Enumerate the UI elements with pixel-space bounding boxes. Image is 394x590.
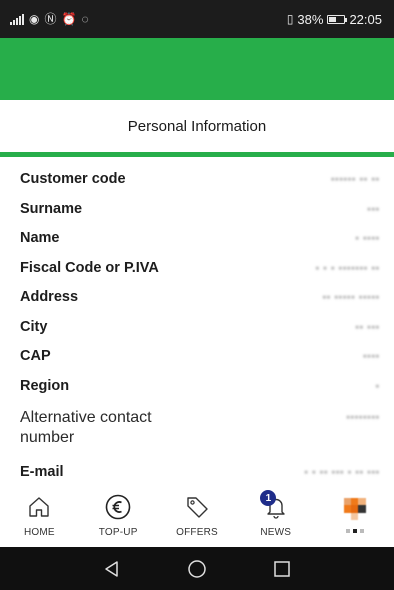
page-title: Personal Information — [127, 117, 267, 135]
field-label: CAP — [20, 348, 51, 364]
nfc-icon: Ⓝ — [44, 12, 57, 26]
battery-percent: 38% — [297, 11, 324, 27]
info-row-cap: CAP ▪▪▪▪ — [0, 347, 394, 377]
field-value: ▪▪▪▪▪▪ ▪▪ ▪▪ — [331, 174, 380, 184]
field-label: City — [20, 319, 48, 335]
app-header-bar — [0, 38, 394, 100]
field-label: E-mail — [20, 464, 64, 480]
title-underline — [0, 152, 394, 157]
clock-time: 22:05 — [349, 11, 382, 27]
info-row-name: Name ▪ ▪▪▪▪ — [0, 229, 394, 259]
field-label: Fiscal Code or P.IVA — [20, 260, 159, 276]
bottom-navigation: HOME TOP-UP OFFERS 1 NEWS — [0, 490, 394, 547]
field-value: ▪▪▪▪▪▪▪▪ — [346, 412, 380, 422]
nav-news[interactable]: 1 NEWS — [236, 490, 315, 547]
field-value: ▪▪ ▪▪▪ — [355, 322, 380, 332]
nav-top-up[interactable]: TOP-UP — [79, 491, 158, 547]
tag-icon — [182, 492, 212, 522]
status-bar-right: ▯ 38% 22:05 — [287, 12, 382, 27]
battery-icon — [327, 14, 348, 24]
status-bar: ◉ Ⓝ ⏰ ◌ ▯ 38% 22:05 — [0, 0, 394, 38]
nav-offers[interactable]: OFFERS — [158, 491, 237, 547]
lte-signal-icon — [10, 13, 24, 25]
field-value: ▪ ▪ ▪ ▪▪▪▪▪▪▪ ▪▪ — [315, 263, 380, 273]
nav-label: OFFERS — [176, 527, 218, 538]
field-label: Surname — [20, 201, 83, 217]
euro-icon — [103, 492, 133, 522]
personal-info-list: Customer code ▪▪▪▪▪▪ ▪▪ ▪▪ Surname ▪▪▪ N… — [0, 170, 394, 481]
nav-more[interactable] — [315, 491, 394, 547]
status-bar-left-icons: ◉ Ⓝ ⏰ ◌ — [10, 13, 89, 25]
home-icon — [24, 492, 54, 522]
whatsapp-icon: ◌ — [81, 12, 89, 26]
field-label: Address — [20, 289, 79, 305]
field-label: Region — [20, 378, 70, 394]
info-row-fiscal-code: Fiscal Code or P.IVA ▪ ▪ ▪ ▪▪▪▪▪▪▪ ▪▪ — [0, 259, 394, 288]
info-row-surname: Surname ▪▪▪ — [0, 200, 394, 229]
info-row-address: Address ▪▪ ▪▪▪▪▪ ▪▪▪▪▪ — [0, 288, 394, 318]
alarm-icon: ⏰ — [61, 12, 77, 26]
eye-comfort-icon: ◉ — [29, 12, 40, 26]
page-title-bar: Personal Information — [0, 100, 394, 152]
info-row-alt-contact: Alternative contact number ▪▪▪▪▪▪▪▪ — [0, 407, 394, 459]
field-label: Name — [20, 230, 60, 246]
field-label: Alternative contact number — [20, 409, 152, 446]
field-value: ▪▪▪▪ — [363, 351, 380, 361]
recents-icon[interactable] — [262, 554, 302, 584]
info-row-city: City ▪▪ ▪▪▪ — [0, 318, 394, 347]
home-circle-icon[interactable] — [177, 554, 217, 584]
info-row-email: E-mail ▪ ▪ ▪▪ ▪▪▪ ▪ ▪▪ ▪▪▪ — [0, 459, 394, 481]
nav-label: NEWS — [260, 527, 292, 538]
info-row-region: Region ▪ — [0, 377, 394, 407]
nav-home[interactable]: HOME — [0, 491, 79, 547]
back-icon[interactable] — [92, 554, 132, 584]
more-icon — [343, 498, 366, 520]
nav-label: TOP-UP — [98, 527, 138, 538]
field-value: ▪▪ ▪▪▪▪▪ ▪▪▪▪▪ — [322, 292, 380, 302]
field-value: ▪ — [375, 381, 380, 391]
info-row-customer-code: Customer code ▪▪▪▪▪▪ ▪▪ ▪▪ — [0, 170, 394, 200]
field-label: Customer code — [20, 171, 126, 187]
system-navigation-bar — [0, 547, 394, 590]
field-value: ▪ ▪ ▪▪ ▪▪▪ ▪ ▪▪ ▪▪▪ — [304, 467, 380, 477]
more-dots-icon — [345, 528, 364, 534]
nav-label: HOME — [23, 527, 55, 538]
vibrate-icon: ▯ — [286, 12, 294, 26]
field-value: ▪▪▪ — [367, 204, 380, 214]
field-value: ▪ ▪▪▪▪ — [355, 233, 380, 243]
